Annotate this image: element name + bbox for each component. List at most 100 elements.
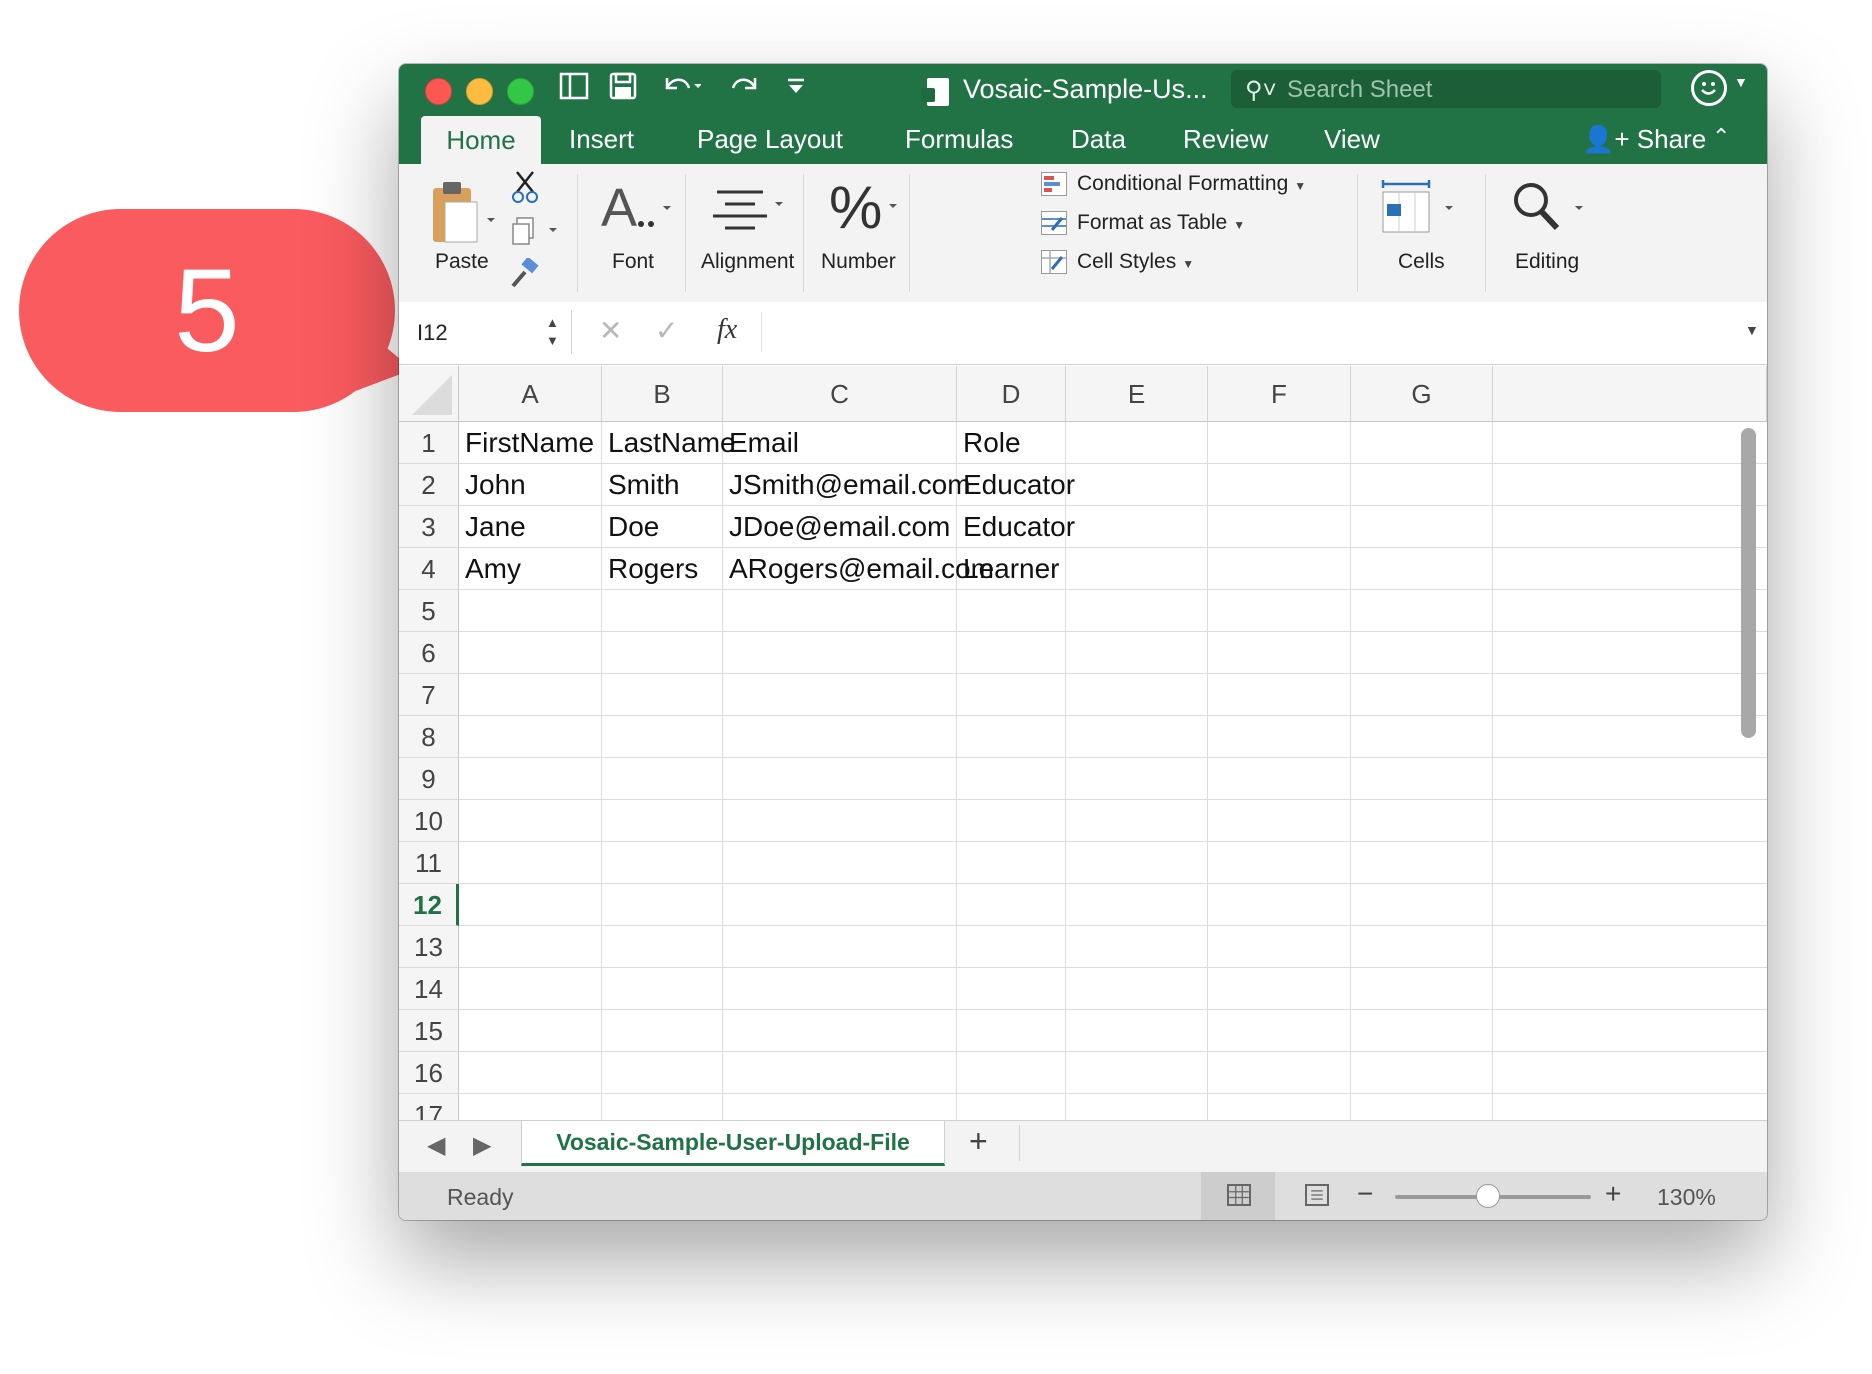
row-header[interactable]: 5	[399, 590, 459, 632]
name-box[interactable]: I12	[417, 320, 448, 346]
title-bar: Vosaic-Sample-Us... ⚲˅ Search Sheet ▼ Ho…	[399, 64, 1767, 164]
sheet-tab-divider	[1019, 1125, 1020, 1161]
sheet-tab-active[interactable]: Vosaic-Sample-User-Upload-File	[521, 1121, 945, 1166]
row-header[interactable]: 2	[399, 464, 459, 506]
next-sheet-icon[interactable]: ▶	[473, 1131, 491, 1160]
tab-formulas[interactable]: Formulas	[905, 124, 1013, 155]
column-header-b[interactable]: B	[602, 366, 723, 422]
conditional-formatting-button[interactable]: Conditional Formatting ▼	[1041, 172, 1306, 197]
row-header[interactable]: 15	[399, 1010, 459, 1052]
cells-icon[interactable]	[1379, 178, 1463, 243]
cut-icon[interactable]	[511, 170, 541, 209]
cell-styles-button[interactable]: Cell Styles ▼	[1041, 250, 1194, 275]
column-header-e[interactable]: E	[1066, 366, 1208, 422]
zoom-window-button[interactable]	[507, 78, 534, 105]
cell-b3[interactable]: Doe	[602, 506, 659, 548]
cell-d3[interactable]: Educator	[957, 506, 1075, 548]
column-header-a[interactable]: A	[459, 366, 602, 422]
cell-d4[interactable]: Learner	[957, 548, 1060, 590]
column-header-c[interactable]: C	[723, 366, 957, 422]
tab-home[interactable]: Home	[421, 116, 541, 164]
ribbon-divider	[1485, 174, 1486, 292]
page-layout-icon	[1305, 1184, 1329, 1206]
grid-line	[459, 967, 1767, 968]
copy-icon[interactable]	[511, 216, 561, 251]
zoom-out-button[interactable]: −	[1357, 1178, 1373, 1210]
column-header-g[interactable]: G	[1351, 366, 1493, 422]
zoom-in-button[interactable]: +	[1605, 1178, 1621, 1210]
name-box-stepper-icon[interactable]: ▲ ▼	[546, 314, 559, 350]
sidebar-toggle-icon[interactable]	[559, 72, 589, 108]
customize-toolbar-icon[interactable]	[785, 72, 807, 108]
cell-b1[interactable]: LastName	[602, 422, 736, 464]
cancel-entry-icon[interactable]: ✕	[599, 314, 622, 347]
save-icon[interactable]	[609, 72, 637, 108]
chevron-down-icon[interactable]: ▼	[1734, 74, 1748, 90]
cell-d2[interactable]: Educator	[957, 464, 1075, 506]
cell-a1[interactable]: FirstName	[459, 422, 594, 464]
cell-c1[interactable]: Email	[723, 422, 799, 464]
select-all-corner[interactable]	[399, 366, 459, 422]
feedback-smiley-icon[interactable]	[1691, 70, 1727, 106]
collapse-ribbon-icon[interactable]: ⌃	[1712, 124, 1730, 150]
search-sheet-input[interactable]: ⚲˅ Search Sheet	[1231, 70, 1661, 108]
formula-input[interactable]	[771, 314, 1731, 352]
cell-b2[interactable]: Smith	[602, 464, 680, 506]
previous-sheet-icon[interactable]: ◀	[427, 1131, 445, 1160]
row-header[interactable]: 9	[399, 758, 459, 800]
confirm-entry-icon[interactable]: ✓	[655, 314, 678, 347]
tab-view[interactable]: View	[1324, 124, 1380, 155]
spreadsheet-grid[interactable]: A B C D E F G 1 2 3 4 5 6 7 8 9 10 11 12…	[399, 366, 1767, 1120]
minimize-window-button[interactable]	[466, 78, 493, 105]
formula-bar: I12 ▲ ▼ ✕ ✓ fx ▼	[399, 302, 1767, 365]
ribbon-divider	[909, 174, 910, 292]
redo-icon[interactable]	[729, 72, 761, 108]
page-layout-view-button[interactable]	[1279, 1172, 1353, 1220]
cell-a3[interactable]: Jane	[459, 506, 526, 548]
row-header[interactable]: 3	[399, 506, 459, 548]
paste-icon[interactable]	[429, 178, 499, 255]
font-icon[interactable]: A	[599, 178, 679, 243]
cell-a2[interactable]: John	[459, 464, 526, 506]
cell-c3[interactable]: JDoe@email.com	[723, 506, 950, 548]
row-header[interactable]: 14	[399, 968, 459, 1010]
zoom-level[interactable]: 130%	[1657, 1184, 1716, 1211]
alignment-icon[interactable]	[711, 186, 787, 237]
magnifier-icon[interactable]	[1509, 178, 1593, 243]
cell-b4[interactable]: Rogers	[602, 548, 698, 590]
row-header[interactable]: 7	[399, 674, 459, 716]
row-header[interactable]: 17	[399, 1094, 459, 1120]
insert-function-icon[interactable]: fx	[717, 314, 737, 346]
format-as-table-button[interactable]: Format as Table ▼	[1041, 211, 1245, 236]
vertical-scrollbar[interactable]	[1741, 428, 1756, 738]
zoom-slider-handle[interactable]	[1476, 1184, 1500, 1208]
row-header[interactable]: 8	[399, 716, 459, 758]
undo-icon[interactable]	[661, 72, 702, 108]
row-header-selected[interactable]: 12	[399, 884, 459, 926]
row-header[interactable]: 16	[399, 1052, 459, 1094]
row-header[interactable]: 4	[399, 548, 459, 590]
column-header-f[interactable]: F	[1208, 366, 1351, 422]
row-header[interactable]: 10	[399, 800, 459, 842]
grid-line	[459, 757, 1767, 758]
tab-review[interactable]: Review	[1183, 124, 1268, 155]
row-header[interactable]: 13	[399, 926, 459, 968]
tab-data[interactable]: Data	[1071, 124, 1126, 155]
column-header-d[interactable]: D	[957, 366, 1066, 422]
expand-formula-bar-icon[interactable]: ▼	[1745, 322, 1759, 338]
normal-view-button[interactable]	[1201, 1172, 1275, 1220]
share-button[interactable]: 👤+ Share	[1582, 124, 1706, 155]
cell-a4[interactable]: Amy	[459, 548, 521, 590]
format-painter-icon[interactable]	[509, 256, 543, 295]
close-window-button[interactable]	[425, 78, 452, 105]
cell-c4[interactable]: ARogers@email.com	[723, 548, 994, 590]
percent-icon[interactable]: %	[827, 174, 907, 243]
tab-page-layout[interactable]: Page Layout	[697, 124, 843, 155]
row-header[interactable]: 11	[399, 842, 459, 884]
tab-insert[interactable]: Insert	[569, 124, 634, 155]
row-header[interactable]: 6	[399, 632, 459, 674]
cell-d1[interactable]: Role	[957, 422, 1021, 464]
row-header[interactable]: 1	[399, 422, 459, 464]
add-sheet-icon[interactable]: +	[969, 1123, 988, 1160]
cell-c2[interactable]: JSmith@email.com	[723, 464, 971, 506]
